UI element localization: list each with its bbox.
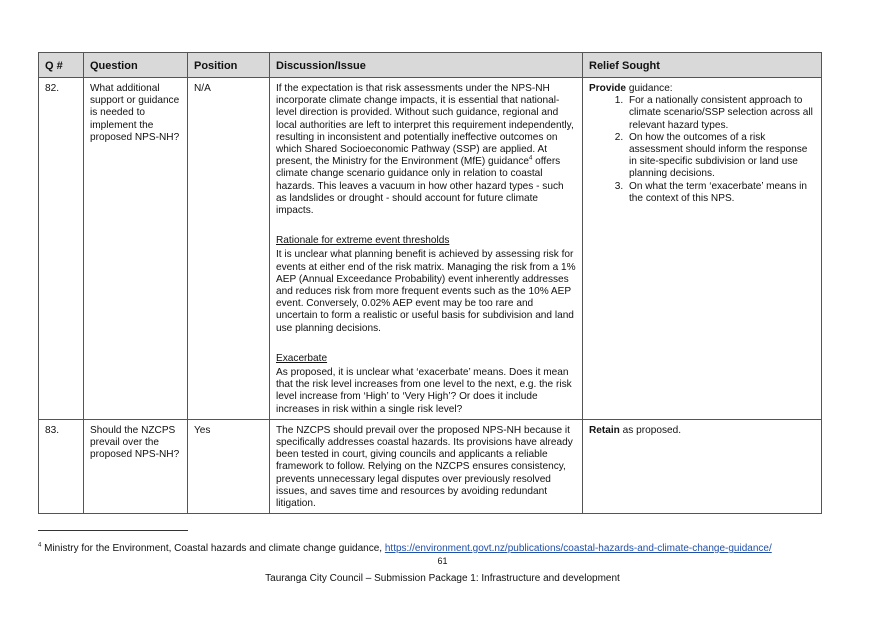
list-item: On how the outcomes of a risk assessment…	[626, 132, 815, 181]
submission-table: Q # Question Position Discussion/Issue R…	[38, 52, 822, 515]
cell-question: Should the NZCPS prevail over the propos…	[83, 418, 188, 515]
footnote-divider	[38, 530, 188, 531]
table-row: 83. Should the NZCPS prevail over the pr…	[38, 418, 822, 515]
cell-q-number: 83.	[38, 418, 84, 515]
list-item: On what the term ‘exacerbate’ means in t…	[626, 181, 815, 205]
page-number: 61	[437, 556, 448, 566]
list-item: For a nationally consistent approach to …	[626, 95, 815, 132]
section-heading-extreme-events: Rationale for extreme event thresholds	[276, 235, 450, 247]
relief-lead: Retain as proposed.	[589, 424, 682, 436]
header-question: Question	[83, 52, 188, 78]
cell-position: N/A	[187, 77, 270, 420]
relief-lead: Provide guidance:	[589, 83, 673, 94]
cell-discussion: The NZCPS should prevail over the propos…	[269, 418, 583, 515]
footnote-text: Ministry for the Environment, Coastal ha…	[41, 543, 385, 554]
cell-position: Yes	[187, 418, 270, 515]
cell-question: What additional support or guidance is n…	[83, 77, 188, 420]
header-q-number: Q #	[38, 52, 84, 78]
page-footer: Tauranga City Council – Submission Packa…	[265, 573, 620, 584]
section-text-exacerbate: As proposed, it is unclear what ‘exacerb…	[276, 367, 572, 415]
footnote: 4 Ministry for the Environment, Coastal …	[38, 543, 838, 555]
cell-relief: Provide guidance: For a nationally consi…	[582, 77, 822, 420]
header-relief: Relief Sought	[582, 52, 822, 78]
cell-q-number: 82.	[38, 77, 84, 420]
header-discussion: Discussion/Issue	[269, 52, 583, 78]
footnote-link[interactable]: https://environment.govt.nz/publications…	[385, 543, 772, 554]
discussion-intro: If the expectation is that risk assessme…	[276, 83, 574, 217]
table-row: 82. What additional support or guidance …	[38, 77, 822, 420]
relief-list: For a nationally consistent approach to …	[589, 95, 815, 205]
table-header-row: Q # Question Position Discussion/Issue R…	[38, 52, 822, 78]
cell-discussion: If the expectation is that risk assessme…	[269, 77, 583, 420]
cell-relief: Retain as proposed.	[582, 418, 822, 515]
section-text-extreme-events: It is unclear what planning benefit is a…	[276, 249, 576, 334]
header-position: Position	[187, 52, 270, 78]
section-heading-exacerbate: Exacerbate	[276, 352, 328, 364]
